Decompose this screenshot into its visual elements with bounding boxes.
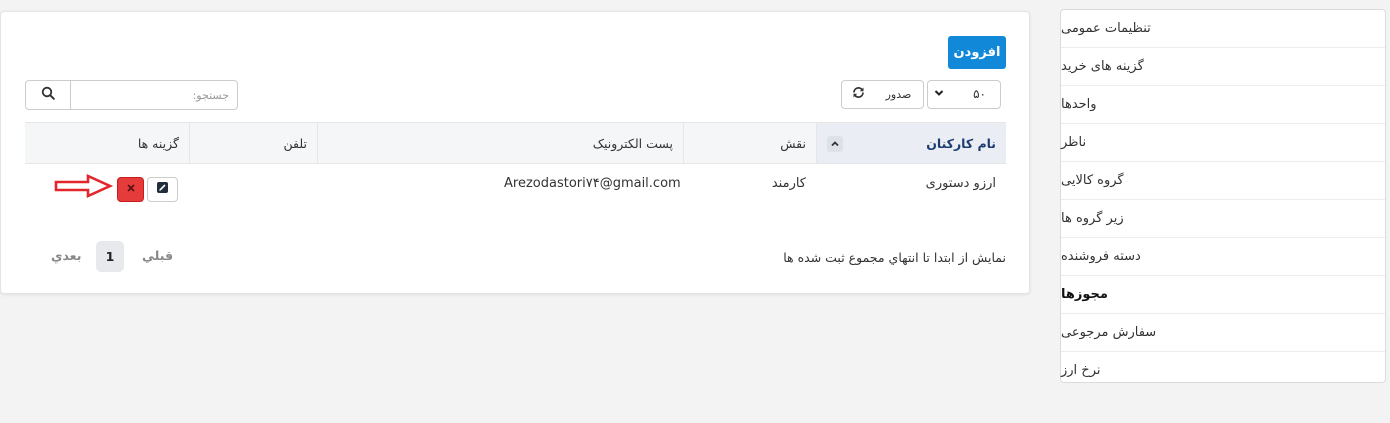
edit-button[interactable] [147,177,178,202]
column-header-role[interactable]: نقش [683,123,816,163]
delete-button[interactable] [117,177,144,202]
table-header: نام کارکنان نقش پست الکترونیک تلفن گزینه… [25,122,1006,164]
export-button[interactable]: صدور [874,80,924,109]
search-box [25,80,238,110]
edit-icon [156,181,169,198]
column-header-name[interactable]: نام کارکنان [816,123,1006,163]
column-header-phone[interactable]: تلفن [189,123,317,163]
sidebar-item-purchase-options[interactable]: گزینه های خرید [1061,48,1385,86]
settings-sidebar: تنظیمات عمومی گزینه های خرید واحدها ناظر… [1060,9,1386,383]
close-icon [126,182,136,197]
sidebar-item-seller-category[interactable]: دسته فروشنده [1061,238,1385,276]
pagination-info: نمايش از ابتدا تا انتهاي مجموع ثبت شده ه… [783,250,1006,265]
sidebar-item-return-orders[interactable]: سفارش مرجوعی [1061,314,1385,352]
staff-table: نام کارکنان نقش پست الکترونیک تلفن گزینه… [25,122,1006,206]
page-size-value: ۵۰ [973,87,986,101]
add-button[interactable]: افزودن [948,36,1006,69]
sort-chevron-up-icon[interactable] [827,136,843,152]
search-input[interactable] [77,81,237,109]
sidebar-item-product-group[interactable]: گروه کالایی [1061,162,1385,200]
page-size-select[interactable]: ۵۰ [927,80,1001,109]
main-card: افزودن صدور ۵۰ نام کارکنان [0,11,1030,294]
sidebar-item-subgroups[interactable]: زیر گروه ها [1061,200,1385,238]
sidebar-item-exchange-rate[interactable]: نرخ ارز [1061,352,1385,389]
search-button[interactable] [26,81,71,109]
cell-email: Arezodastori۷۴@gmail.com [504,176,681,191]
column-header-role-label: نقش [780,135,806,151]
search-icon [41,86,55,104]
column-header-options: گزینه ها [25,123,189,163]
pagination-current-page[interactable]: 1 [96,241,124,272]
refresh-icon [852,86,865,103]
pagination-next[interactable]: بعدي [51,248,81,263]
column-header-email[interactable]: پست الکترونیک [317,123,683,163]
column-header-name-label: نام کارکنان [926,135,996,151]
cell-role: کارمند [771,176,806,191]
table-row: ارزو دستوری کارمند Arezodastori۷۴@gmail.… [25,164,1006,206]
annotation-arrow-icon [54,173,114,203]
sidebar-item-permissions[interactable]: مجوزها [1061,276,1385,314]
refresh-button[interactable] [841,80,875,109]
pagination: بعدي 1 قبلي [49,241,173,273]
sidebar-item-general-settings[interactable]: تنظیمات عمومی [1061,10,1385,48]
cell-name: ارزو دستوری [925,176,996,191]
column-header-email-label: پست الکترونیک [592,135,673,151]
sidebar-item-units[interactable]: واحدها [1061,86,1385,124]
table-toolbar: صدور ۵۰ [841,80,1001,109]
chevron-down-icon [933,87,945,103]
column-header-phone-label: تلفن [283,135,307,151]
pagination-prev[interactable]: قبلي [142,248,173,263]
column-header-options-label: گزینه ها [137,135,179,151]
sidebar-item-supervisor[interactable]: ناظر [1061,124,1385,162]
